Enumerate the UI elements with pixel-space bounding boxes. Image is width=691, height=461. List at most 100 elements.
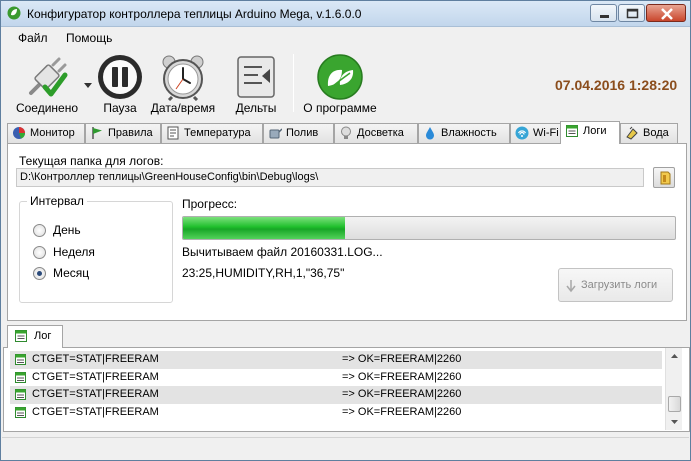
log-response: => OK=FREERAM|2260 [342, 370, 462, 383]
tab-watering[interactable]: Полив [263, 123, 334, 143]
window-title: Конфигуратор контроллера теплицы Arduino… [27, 7, 362, 21]
folder-label: Текущая папка для логов: [19, 154, 164, 168]
folder-path-field[interactable]: D:\Контроллер теплицы\GreenHouseConfig\b… [16, 168, 644, 187]
tab-log-label: Лог [34, 330, 52, 342]
thermometer-icon [166, 126, 180, 140]
tab-water-label: Вода [643, 127, 669, 139]
pause-icon [96, 53, 144, 101]
load-logs-button[interactable]: Загрузить логи [558, 268, 673, 302]
wifi-icon [515, 126, 529, 140]
minimize-button[interactable] [590, 4, 617, 22]
radio-indicator-checked [33, 267, 46, 280]
menu-help[interactable]: Помощь [66, 31, 112, 45]
last-log-line: 23:25,HUMIDITY,RH,1,"36,75" [182, 266, 345, 280]
interval-title: Интервал [27, 194, 87, 208]
datetime-button[interactable]: Дата/время [148, 50, 218, 116]
tab-logs-label: Логи [583, 125, 607, 137]
log-command: CTGET=STAT|FREERAM [32, 353, 159, 365]
load-logs-label: Загрузить логи [581, 279, 658, 291]
interval-week-radio[interactable]: Неделя [33, 245, 163, 261]
log-entry-icon [14, 406, 28, 419]
tab-monitor[interactable]: Монитор [7, 123, 85, 143]
monitor-icon [12, 126, 26, 140]
download-arrow-icon [565, 279, 577, 293]
tab-temperature[interactable]: Температура [161, 123, 263, 143]
tab-monitor-label: Монитор [30, 127, 75, 139]
droplet-icon [423, 126, 437, 140]
status-bar [2, 437, 689, 460]
tab-humidity[interactable]: Влажность [418, 123, 510, 143]
tab-temperature-label: Температура [184, 127, 251, 139]
deltas-label: Дельты [235, 101, 277, 115]
datetime-label: Дата/время [150, 101, 216, 115]
menu-bar: Файл Помощь [2, 28, 689, 48]
log-icon [14, 329, 28, 343]
interval-month-label: Месяц [53, 266, 90, 280]
log-row: CTGET=STAT|FREERAM => OK=FREERAM|2260 [10, 386, 662, 404]
flag-icon [90, 126, 104, 140]
pause-label: Пауза [103, 101, 137, 115]
tab-logs[interactable]: Логи [560, 121, 620, 144]
about-button[interactable]: О программе [300, 50, 380, 116]
menu-file[interactable]: Файл [18, 31, 48, 45]
scroll-thumb[interactable] [668, 396, 681, 412]
leaf-icon [316, 53, 364, 101]
tab-wifi-label: Wi-Fi [533, 127, 559, 139]
tab-humidity-label: Влажность [441, 127, 497, 139]
scroll-down-icon[interactable] [666, 414, 683, 430]
tab-lighting-label: Досветка [357, 127, 404, 139]
interval-week-label: Неделя [53, 245, 95, 259]
connected-button[interactable]: Соединено [13, 50, 81, 116]
log-row: CTGET=STAT|FREERAM => OK=FREERAM|2260 [10, 404, 662, 422]
water-icon [625, 126, 639, 140]
tab-rules[interactable]: Правила [85, 123, 161, 143]
pause-button[interactable]: Пауза [94, 50, 146, 116]
log-command: CTGET=STAT|FREERAM [32, 388, 159, 400]
log-scrollbar[interactable] [665, 348, 682, 430]
app-window: Конфигуратор контроллера теплицы Arduino… [0, 0, 691, 461]
interval-day-label: День [53, 223, 81, 237]
tab-log[interactable]: Лог [7, 325, 63, 348]
controller-datetime: 07.04.2016 1:28:20 [555, 77, 678, 93]
maximize-button[interactable] [618, 4, 645, 22]
radio-indicator [33, 224, 46, 237]
connected-dropdown-icon[interactable] [84, 78, 92, 92]
toolbar-separator [293, 54, 294, 112]
tab-rules-label: Правила [108, 127, 153, 139]
log-command: CTGET=STAT|FREERAM [32, 405, 159, 418]
plug-connected-icon [23, 53, 71, 101]
tab-wifi[interactable]: Wi-Fi [510, 123, 567, 143]
main-tabs: Монитор Правила Температура Полив Досвет… [7, 121, 687, 144]
log-response: => OK=FREERAM|2260 [342, 353, 462, 365]
log-response: => OK=FREERAM|2260 [342, 405, 462, 418]
deltas-icon [232, 53, 280, 101]
alarm-clock-icon [159, 53, 207, 102]
log-entry-icon [14, 388, 28, 401]
log-row: CTGET=STAT|FREERAM => OK=FREERAM|2260 [10, 369, 662, 387]
log-list[interactable]: CTGET=STAT|FREERAM => OK=FREERAM|2260 CT… [10, 351, 662, 423]
log-command: CTGET=STAT|FREERAM [32, 370, 159, 383]
connected-label: Соединено [15, 101, 79, 115]
log-row: CTGET=STAT|FREERAM => OK=FREERAM|2260 [10, 351, 662, 369]
log-icon [565, 124, 579, 138]
bulb-icon [339, 126, 353, 140]
tab-watering-label: Полив [286, 127, 319, 139]
log-entry-icon [14, 371, 28, 384]
interval-day-radio[interactable]: День [33, 223, 163, 239]
title-bar[interactable]: Конфигуратор контроллера теплицы Arduino… [1, 1, 690, 27]
interval-month-radio[interactable]: Месяц [33, 266, 163, 282]
browse-folder-button[interactable] [653, 167, 675, 188]
log-response: => OK=FREERAM|2260 [342, 388, 462, 400]
tab-water[interactable]: Вода [620, 123, 678, 143]
about-label: О программе [303, 101, 377, 115]
tab-lighting[interactable]: Досветка [334, 123, 418, 143]
scroll-up-icon[interactable] [666, 348, 683, 364]
deltas-button[interactable]: Дельты [227, 50, 285, 116]
progress-label: Прогресс: [182, 197, 238, 211]
log-tabs: Лог [3, 325, 690, 348]
reading-status: Вычитываем файл 20160331.LOG... [182, 245, 383, 259]
watering-icon [268, 126, 283, 140]
folder-icon [658, 171, 672, 188]
log-entry-icon [14, 353, 28, 366]
close-button[interactable] [646, 4, 686, 22]
